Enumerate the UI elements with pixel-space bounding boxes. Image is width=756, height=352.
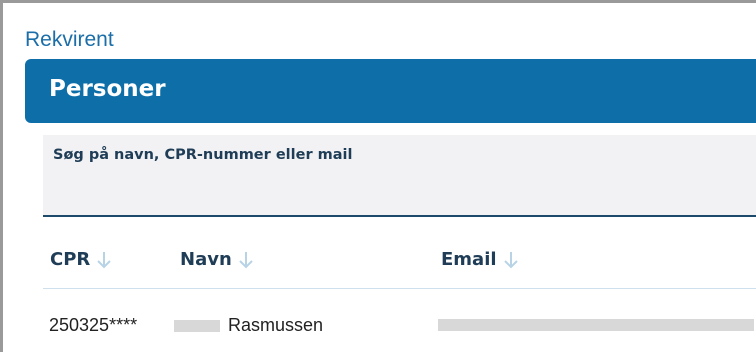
arrow-down-icon [239, 251, 253, 268]
column-header-navn[interactable]: Navn [180, 249, 254, 270]
arrow-down-icon [97, 251, 111, 268]
column-label-email: Email [441, 249, 497, 270]
redacted-first-name [174, 319, 220, 332]
column-header-email[interactable]: Email [441, 249, 519, 270]
search-input[interactable]: Søg på navn, CPR-nummer eller mail [43, 135, 756, 217]
panel-header: Personer [25, 59, 756, 123]
cell-cpr: 250325**** [49, 315, 138, 335]
table-header: CPR Navn Email [43, 241, 756, 289]
column-header-cpr[interactable]: CPR [50, 249, 112, 270]
cell-name: Rasmussen [174, 315, 323, 336]
column-label-cpr: CPR [50, 249, 91, 270]
page-title: Personer [49, 76, 166, 102]
column-label-navn: Navn [180, 249, 232, 270]
search-label: Søg på navn, CPR-nummer eller mail [53, 147, 353, 163]
breadcrumb-rekvirent[interactable]: Rekvirent [25, 26, 114, 54]
arrow-down-icon [503, 251, 518, 268]
app-window: Rekvirent Personer Søg på navn, CPR-numm… [0, 0, 756, 352]
cell-email-redacted [438, 319, 754, 331]
cell-last-name: Rasmussen [228, 315, 324, 335]
table-row[interactable]: 250325**** Rasmussen [43, 303, 756, 347]
redacted-email [438, 319, 754, 331]
